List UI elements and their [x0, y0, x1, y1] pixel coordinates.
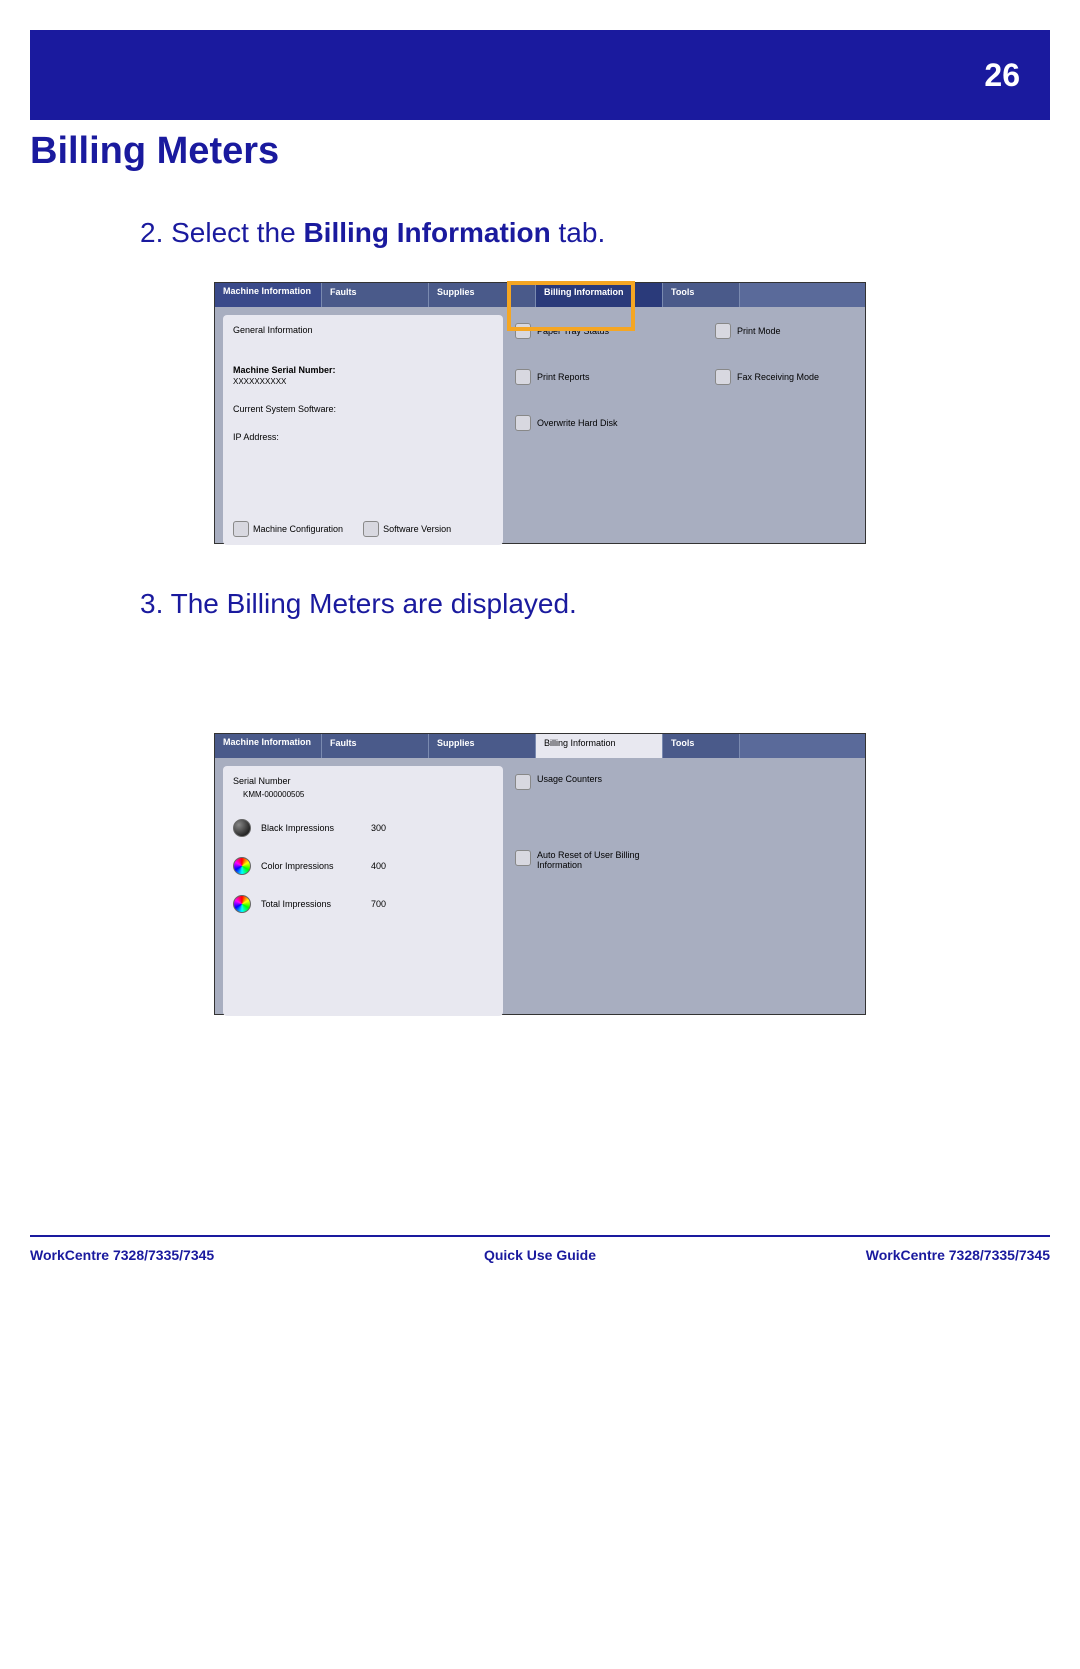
serial-number-value: KMM-000000505	[243, 790, 493, 799]
ip-address-label: IP Address:	[233, 432, 493, 442]
tab-label: Supplies	[437, 738, 475, 748]
button-icon	[715, 323, 731, 339]
button-icon	[715, 369, 731, 385]
overwrite-hard-disk-button[interactable]: Overwrite Hard Disk	[515, 415, 655, 431]
button-label: Overwrite Hard Disk	[537, 418, 618, 428]
color-impressions-value: 400	[371, 861, 386, 871]
button-icon	[515, 850, 531, 866]
button-icon	[233, 521, 249, 537]
tab-label: Faults	[330, 287, 357, 297]
machine-configuration-button[interactable]: Machine Configuration	[233, 521, 343, 537]
tab-machine-information[interactable]: Machine Information	[215, 734, 322, 758]
tab-machine-information[interactable]: Machine Information	[215, 283, 322, 307]
button-icon	[515, 369, 531, 385]
usage-counters-button[interactable]: Usage Counters	[515, 774, 815, 790]
button-label: Software Version	[383, 524, 451, 534]
button-icon	[515, 415, 531, 431]
serial-number-label: Serial Number	[233, 776, 493, 786]
tab-label: Machine Information	[223, 737, 311, 747]
color-impressions-row: Color Impressions 400	[233, 857, 493, 875]
fax-receiving-mode-button[interactable]: Fax Receiving Mode	[715, 369, 855, 385]
tab-label: Tools	[671, 287, 694, 297]
total-impressions-label: Total Impressions	[261, 899, 361, 909]
step2-suffix: tab.	[551, 217, 605, 248]
step-2: 2. Select the Billing Information tab.	[140, 213, 980, 252]
button-label: Machine Configuration	[253, 524, 343, 534]
black-impressions-icon	[233, 819, 251, 837]
color-impressions-label: Color Impressions	[261, 861, 361, 871]
step2-prefix: 2. Select the	[140, 217, 303, 248]
button-label: Print Mode	[737, 326, 781, 336]
black-impressions-label: Black Impressions	[261, 823, 361, 833]
tab-supplies[interactable]: Supplies	[429, 734, 536, 758]
page-number: 26	[984, 57, 1020, 94]
right-button-group: Paper Tray Status Print Mode Print Repor…	[515, 323, 855, 461]
tab-billing-information[interactable]: Billing Information	[536, 734, 663, 758]
color-impressions-icon	[233, 857, 251, 875]
button-label: Fax Receiving Mode	[737, 372, 819, 382]
tab-label: Tools	[671, 738, 694, 748]
page: 26 Billing Meters 2. Select the Billing …	[0, 30, 1080, 1263]
button-label: Usage Counters	[537, 774, 602, 784]
tab-label: Machine Information	[223, 286, 311, 296]
auto-reset-billing-button[interactable]: Auto Reset of User Billing Information	[515, 850, 815, 870]
button-label: Print Reports	[537, 372, 590, 382]
serial-number-value: XXXXXXXXXX	[233, 377, 493, 386]
tab-label: Billing Information	[544, 738, 616, 748]
total-impressions-row: Total Impressions 700	[233, 895, 493, 913]
software-version-button[interactable]: Software Version	[363, 521, 451, 537]
general-info-label: General Information	[233, 325, 493, 335]
tab-label: Faults	[330, 738, 357, 748]
total-impressions-icon	[233, 895, 251, 913]
screenshot-2: Machine Information Faults Supplies Bill…	[214, 733, 866, 1015]
print-mode-button[interactable]: Print Mode	[715, 323, 855, 339]
right-button-group: Usage Counters Auto Reset of User Billin…	[515, 774, 815, 930]
page-title: Billing Meters	[30, 130, 1050, 173]
footer-left: WorkCentre 7328/7335/7345	[30, 1247, 214, 1263]
machine-info-panel: General Information Machine Serial Numbe…	[223, 315, 503, 545]
footer-center: Quick Use Guide	[484, 1247, 596, 1263]
software-label: Current System Software:	[233, 404, 493, 414]
tab-faults[interactable]: Faults	[322, 283, 429, 307]
black-impressions-row: Black Impressions 300	[233, 819, 493, 837]
tab-faults[interactable]: Faults	[322, 734, 429, 758]
tab-tools[interactable]: Tools	[663, 734, 740, 758]
tabs-row: Machine Information Faults Supplies Bill…	[215, 734, 865, 758]
header-bar: 26	[30, 30, 1050, 120]
button-icon	[515, 774, 531, 790]
screenshot-1: Machine Information Faults Supplies Bill…	[214, 282, 866, 544]
step2-bold: Billing Information	[303, 217, 550, 248]
tab-label: Supplies	[437, 287, 475, 297]
button-icon	[363, 521, 379, 537]
tab-tools[interactable]: Tools	[663, 283, 740, 307]
total-impressions-value: 700	[371, 899, 386, 909]
serial-number-label: Machine Serial Number:	[233, 365, 493, 375]
footer-right: WorkCentre 7328/7335/7345	[866, 1247, 1050, 1263]
highlight-box	[507, 281, 635, 331]
footer: WorkCentre 7328/7335/7345 Quick Use Guid…	[30, 1235, 1050, 1263]
print-reports-button[interactable]: Print Reports	[515, 369, 655, 385]
billing-panel: Serial Number KMM-000000505 Black Impres…	[223, 766, 503, 1016]
step-3: 3. The Billing Meters are displayed.	[140, 584, 980, 623]
black-impressions-value: 300	[371, 823, 386, 833]
button-label: Auto Reset of User Billing Information	[537, 850, 677, 870]
